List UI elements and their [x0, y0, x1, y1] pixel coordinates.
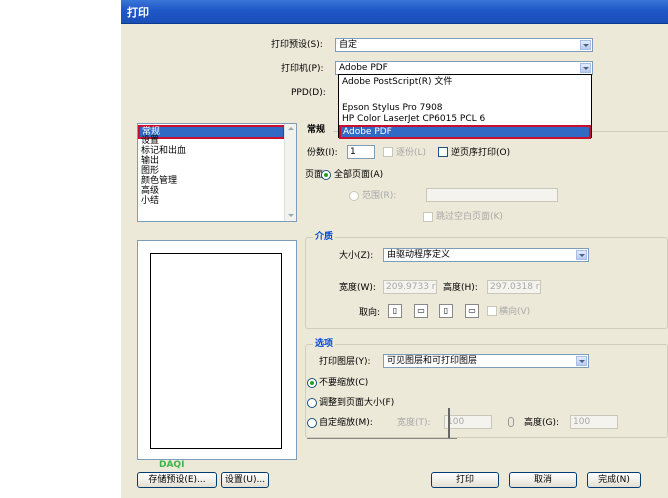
- landscape-icon[interactable]: ▭: [414, 304, 428, 318]
- no-scale-radio[interactable]: [307, 378, 317, 388]
- scroll-down-icon[interactable]: [285, 211, 296, 221]
- watermark: DAQI: [159, 460, 185, 470]
- media-size-select[interactable]: 由驱动程序定义: [383, 248, 589, 262]
- chevron-down-icon[interactable]: [580, 40, 591, 50]
- category-scrollbar[interactable]: [284, 124, 296, 221]
- range-input[interactable]: [426, 188, 558, 202]
- scale-width-input[interactable]: 100: [444, 415, 492, 429]
- media-group-title: 介质: [313, 232, 336, 242]
- scale-height-input[interactable]: 100: [570, 415, 618, 429]
- custom-scale-label: 自定缩放(M):: [319, 418, 373, 428]
- category-item-marks-bleed[interactable]: 标记和出血: [139, 146, 186, 156]
- category-item-advanced[interactable]: 高级: [139, 186, 159, 196]
- orientation-label: 取向:: [359, 308, 381, 318]
- all-pages-radio[interactable]: [321, 170, 331, 180]
- save-preset-button[interactable]: 存储预设(E)...: [137, 472, 217, 488]
- category-item-graphics[interactable]: 图形: [139, 166, 159, 176]
- chevron-down-icon[interactable]: [576, 250, 587, 260]
- printer-option-epson[interactable]: Epson Stylus Pro 7908: [340, 103, 443, 113]
- ppd-label: PPD(D):: [291, 88, 326, 98]
- link-icon[interactable]: [508, 417, 514, 427]
- cancel-button[interactable]: 取消: [509, 472, 577, 488]
- print-preset-label: 打印预设(S):: [271, 40, 323, 50]
- scale-height-label: 高度(G):: [524, 418, 560, 428]
- printer-option-hp[interactable]: HP Color LaserJet CP6015 PCL 6: [340, 114, 485, 124]
- reverse-landscape-icon[interactable]: ▭: [465, 304, 479, 318]
- scale-width-label: 宽度(T):: [397, 418, 431, 428]
- media-width-input[interactable]: 209.9733 r: [383, 280, 437, 294]
- skip-blank-label: 跳过空白页面(K): [436, 212, 503, 222]
- scroll-up-icon[interactable]: [285, 124, 296, 134]
- preview-page: [150, 253, 282, 449]
- printer-option-adobe-pdf[interactable]: Adobe PDF: [339, 125, 591, 139]
- print-preset-select[interactable]: 自定: [335, 38, 593, 52]
- category-list[interactable]: 常规 设置 标记和出血 输出 图形 颜色管理 高级 小结: [137, 123, 297, 222]
- range-label: 范围(R):: [362, 191, 397, 201]
- section-title-general: 常规: [307, 125, 326, 135]
- size-label: 大小(Z):: [339, 251, 374, 261]
- category-item-setup[interactable]: 设置: [139, 136, 159, 146]
- media-height-input[interactable]: 297.0318 r: [487, 280, 541, 294]
- scale-slider-track[interactable]: [307, 438, 457, 439]
- reverse-order-checkbox[interactable]: [438, 147, 448, 157]
- print-layers-value: 可见图层和可打印图层: [387, 356, 478, 366]
- printer-label: 打印机(P):: [281, 64, 324, 74]
- copies-input[interactable]: 1: [347, 145, 375, 159]
- window-title: 打印: [127, 6, 149, 19]
- transverse-label: 横向(V): [499, 307, 531, 317]
- printer-select[interactable]: Adobe PDF: [335, 61, 593, 75]
- printer-dropdown-list[interactable]: Adobe PostScript(R) 文件 Epson Stylus Pro …: [338, 74, 592, 139]
- print-preset-value: 自定: [339, 40, 358, 50]
- print-preview: [137, 240, 297, 460]
- title-bar: 打印: [121, 0, 668, 24]
- all-pages-label: 全部页面(A): [334, 170, 384, 180]
- category-item-summary[interactable]: 小结: [139, 196, 159, 206]
- setup-button[interactable]: 设置(U)...: [221, 472, 269, 488]
- category-item-output[interactable]: 输出: [139, 156, 159, 166]
- skip-blank-checkbox[interactable]: [423, 212, 433, 222]
- fit-to-page-label: 调整到页面大小(F): [319, 398, 395, 408]
- no-scale-label: 不要缩放(C): [319, 378, 369, 388]
- chevron-down-icon[interactable]: [576, 356, 587, 366]
- collate-checkbox[interactable]: [383, 147, 393, 157]
- category-item-general[interactable]: 常规: [138, 125, 285, 139]
- reverse-order-label: 逆页序打印(O): [451, 148, 511, 158]
- print-layers-select[interactable]: 可见图层和可打印图层: [383, 354, 589, 368]
- collate-label: 逐份(L): [396, 148, 427, 158]
- done-button[interactable]: 完成(N): [587, 472, 641, 488]
- height-label: 高度(H):: [443, 283, 478, 293]
- printer-value: Adobe PDF: [339, 63, 388, 73]
- range-radio[interactable]: [349, 191, 359, 201]
- print-button[interactable]: 打印: [431, 472, 499, 488]
- print-dialog: 打印 打印预设(S): 自定 打印机(P): Adobe PDF PPD(D):…: [121, 0, 668, 498]
- portrait-icon[interactable]: ▯: [388, 304, 402, 318]
- width-label: 宽度(W):: [339, 283, 376, 293]
- fit-to-page-radio[interactable]: [307, 398, 317, 408]
- copies-label: 份数(I):: [307, 148, 338, 158]
- reverse-portrait-icon[interactable]: ▯: [439, 304, 453, 318]
- print-layers-label: 打印图层(Y):: [319, 357, 371, 367]
- transverse-checkbox[interactable]: [487, 306, 497, 316]
- chevron-down-icon[interactable]: [580, 63, 591, 73]
- category-item-color-management[interactable]: 颜色管理: [139, 176, 177, 186]
- printer-option-postscript[interactable]: Adobe PostScript(R) 文件: [340, 77, 452, 87]
- options-group-title: 选项: [313, 339, 336, 349]
- custom-scale-radio[interactable]: [307, 418, 317, 428]
- media-size-value: 由驱动程序定义: [387, 250, 451, 260]
- scale-slider-thumb[interactable]: [448, 408, 450, 438]
